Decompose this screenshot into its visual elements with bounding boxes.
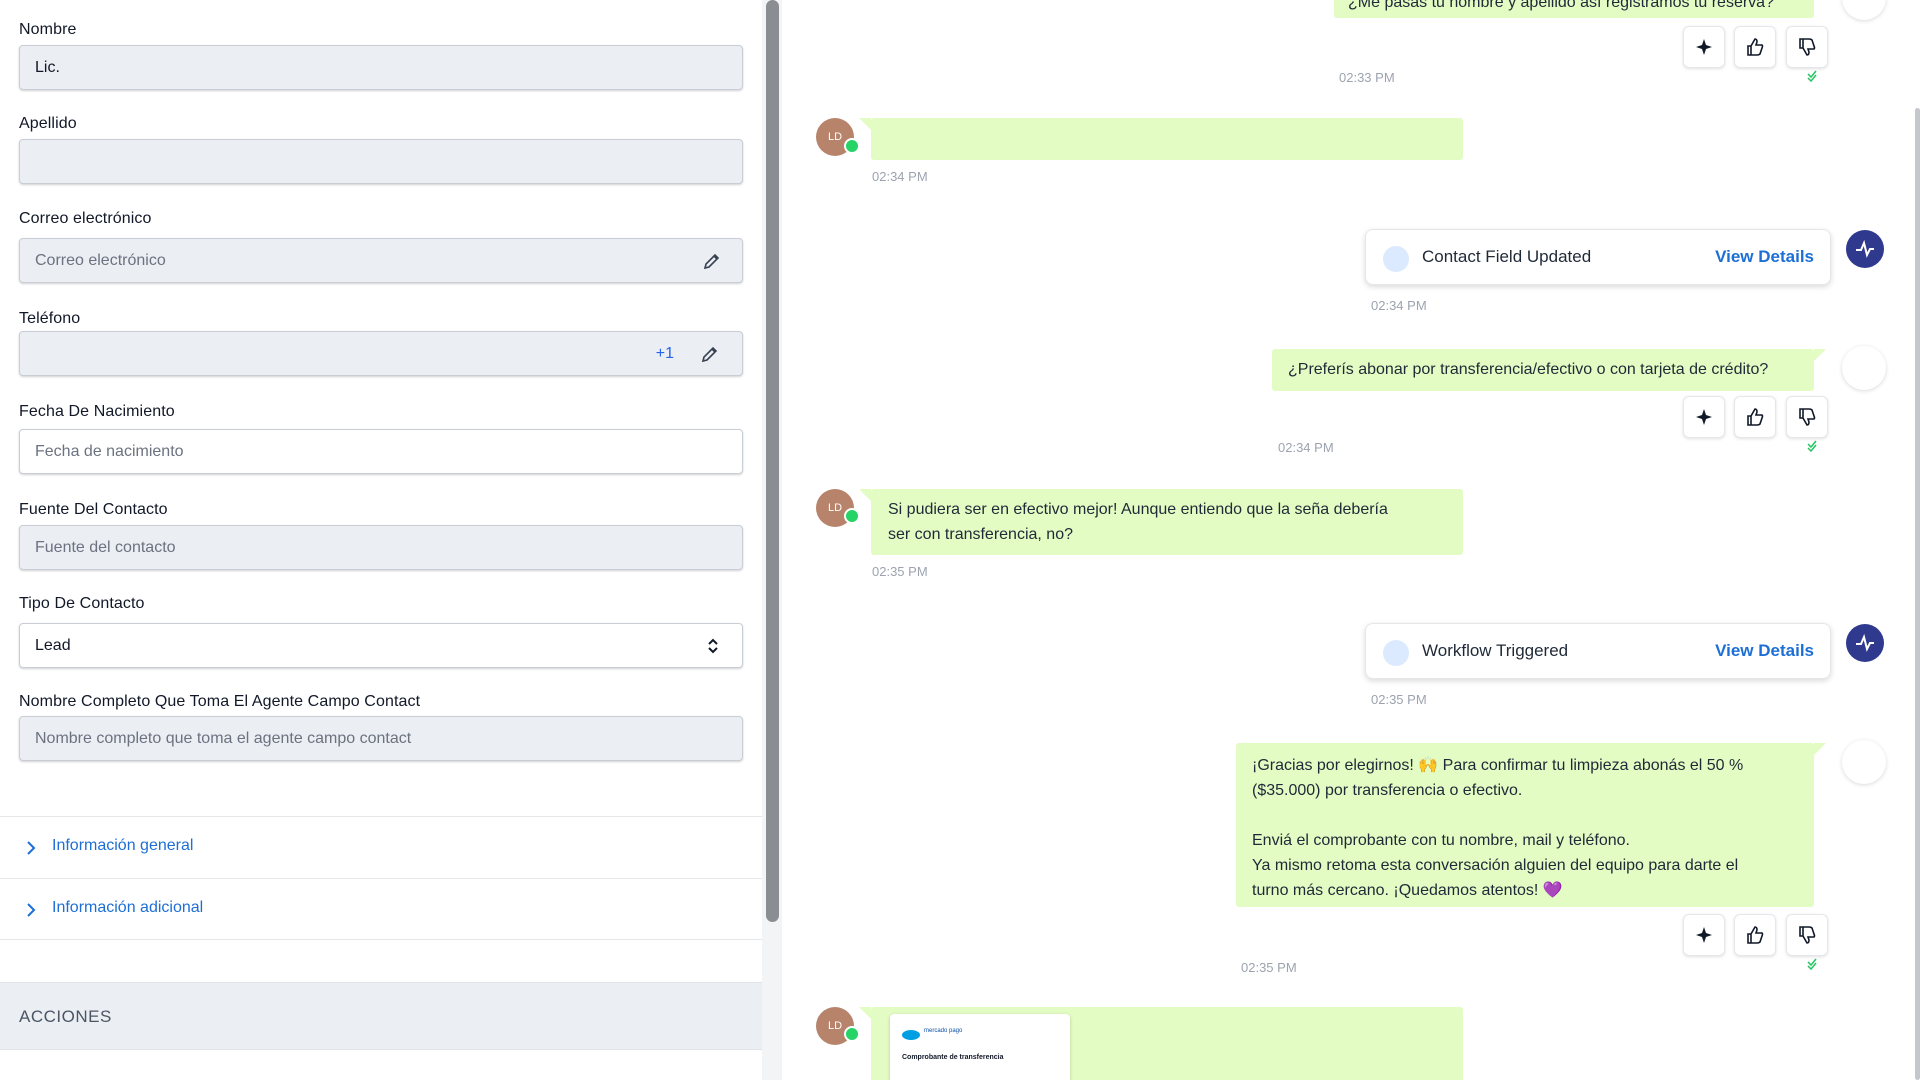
receipt-image-attachment[interactable]: mercado pago Comprobante de transferenci…: [890, 1014, 1070, 1080]
mercadopago-logo: [902, 1030, 920, 1040]
contact-type-select[interactable]: Lead: [19, 623, 743, 668]
thumbs-up-button[interactable]: [1734, 914, 1776, 956]
thumbs-down-icon: [1799, 926, 1816, 944]
country-code[interactable]: +1: [656, 332, 674, 375]
ai-bot-badge: [1842, 346, 1886, 390]
thumbs-up-icon: [1747, 408, 1764, 426]
message-text: ¡Gracias por elegirnos! 🙌 Para confirmar…: [1252, 757, 1744, 899]
message-timestamp: 02:34 PM: [1278, 440, 1334, 455]
message-bubble-inbound: Si pudiera ser en efectivo mejor! Aunque…: [859, 489, 1463, 555]
email-field[interactable]: Correo electrónico: [19, 238, 743, 283]
field-label: Tipo De Contacto: [19, 595, 145, 612]
ai-bot-badge: [1842, 740, 1886, 784]
double-check-icon: [1807, 70, 1817, 82]
message-timestamp: 02:34 PM: [872, 169, 928, 184]
birthdate-input[interactable]: Fecha de nacimiento: [19, 429, 743, 474]
sparkle-icon: [1696, 927, 1712, 943]
chat-scrollbar[interactable]: [1915, 108, 1920, 1080]
double-check-icon: [1807, 440, 1817, 452]
message-timestamp: 02:35 PM: [872, 564, 928, 579]
activity-icon: [1846, 624, 1884, 662]
message-text: ¿Me pasás tu nombre y apellido así regis…: [1348, 0, 1774, 11]
receipt-brand: mercado pago: [924, 1028, 963, 1034]
accordion-informacion-general[interactable]: Información general: [0, 816, 762, 878]
event-card-contact-field-updated: Contact Field Updated View Details: [1365, 229, 1831, 285]
whatsapp-icon: [844, 1026, 860, 1042]
view-details-link[interactable]: View Details: [1715, 247, 1814, 267]
double-check-icon: [1807, 958, 1817, 970]
message-bubble-outbound: ¿Me pasás tu nombre y apellido así regis…: [1334, 0, 1814, 18]
pencil-event-icon: [1383, 640, 1409, 666]
field-label: Teléfono: [19, 310, 81, 327]
message-bubble-inbound: [859, 118, 1463, 160]
thumbs-up-icon: [1747, 38, 1764, 56]
field-apellido: Apellido: [19, 113, 743, 184]
thumbs-up-icon: [1747, 926, 1764, 944]
activity-icon: [1846, 230, 1884, 268]
field-fuente: Fuente Del Contacto Fuente del contacto: [19, 499, 743, 570]
message-timestamp: 02:33 PM: [1339, 70, 1395, 85]
event-timestamp: 02:35 PM: [1371, 692, 1427, 707]
full-name-input[interactable]: Nombre completo que toma el agente campo…: [19, 716, 743, 761]
message-text: ¿Preferís abonar por transferencia/efect…: [1288, 361, 1769, 378]
left-scrollbar-thumb[interactable]: [766, 0, 779, 922]
thumbs-up-button[interactable]: [1734, 396, 1776, 438]
contact-type-value: Lead: [35, 637, 71, 654]
contact-details-panel: Nombre Lic. Apellido Correo electrónico …: [0, 0, 762, 1080]
actions-label: ACCIONES: [19, 1007, 112, 1026]
field-label: Fuente Del Contacto: [19, 501, 168, 518]
source-input[interactable]: Fuente del contacto: [19, 525, 743, 570]
thumbs-up-button[interactable]: [1734, 26, 1776, 68]
pencil-event-icon: [1383, 246, 1409, 272]
event-timestamp: 02:34 PM: [1371, 298, 1427, 313]
field-nombre: Nombre Lic.: [19, 19, 743, 90]
message-bubble-outbound: ¡Gracias por elegirnos! 🙌 Para confirmar…: [1236, 743, 1826, 907]
event-card-workflow-triggered: Workflow Triggered View Details: [1365, 623, 1831, 679]
sort-icon: [708, 638, 718, 654]
actions-section-header: ACCIONES: [0, 982, 762, 1050]
apellido-input[interactable]: [19, 139, 743, 184]
pencil-icon[interactable]: [702, 251, 722, 271]
field-correo: Correo electrónico Correo electrónico: [19, 208, 743, 283]
accordion-informacion-adicional[interactable]: Información adicional: [0, 878, 762, 940]
copy-button[interactable]: [1683, 396, 1725, 438]
field-label: Nombre Completo Que Toma El Agente Campo…: [19, 693, 421, 710]
message-bubble-outbound: ¿Preferís abonar por transferencia/efect…: [1272, 349, 1826, 391]
message-text: Si pudiera ser en efectivo mejor! Aunque…: [888, 501, 1388, 543]
event-title: Contact Field Updated: [1422, 247, 1592, 266]
field-tipo: Tipo De Contacto Lead: [19, 593, 743, 668]
field-label: Apellido: [19, 115, 77, 132]
thumbs-down-button[interactable]: [1786, 26, 1828, 68]
ai-bot-badge: [1842, 0, 1886, 20]
field-label: Nombre: [19, 21, 77, 38]
copy-button[interactable]: [1683, 914, 1725, 956]
sparkle-icon: [1696, 409, 1712, 425]
view-details-link[interactable]: View Details: [1715, 641, 1814, 661]
phone-field[interactable]: +1: [19, 331, 743, 376]
whatsapp-icon: [844, 138, 860, 154]
conversation-panel: ¿Me pasás tu nombre y apellido así regis…: [782, 0, 1920, 1080]
field-fecha: Fecha De Nacimiento Fecha de nacimiento: [19, 401, 743, 474]
field-label: Fecha De Nacimiento: [19, 403, 175, 420]
receipt-title: Comprobante de transferencia: [902, 1054, 1004, 1061]
message-timestamp: 02:35 PM: [1241, 960, 1297, 975]
event-title: Workflow Triggered: [1422, 641, 1569, 660]
field-nombre-completo: Nombre Completo Que Toma El Agente Campo…: [19, 691, 743, 761]
chevron-right-icon: [27, 841, 36, 855]
thumbs-down-button[interactable]: [1786, 396, 1828, 438]
thumbs-down-icon: [1799, 408, 1816, 426]
accordion-label: Información adicional: [52, 899, 204, 916]
thumbs-down-icon: [1799, 38, 1816, 56]
field-label: Correo electrónico: [19, 210, 152, 227]
email-placeholder: Correo electrónico: [35, 252, 166, 269]
chevron-right-icon: [27, 903, 36, 917]
whatsapp-icon: [844, 508, 860, 524]
sparkle-icon: [1696, 39, 1712, 55]
pencil-icon[interactable]: [700, 344, 720, 364]
thumbs-down-button[interactable]: [1786, 914, 1828, 956]
field-telefono: Teléfono +1: [19, 308, 743, 376]
copy-button[interactable]: [1683, 26, 1725, 68]
accordion-label: Información general: [52, 837, 194, 854]
nombre-input[interactable]: Lic.: [19, 45, 743, 90]
